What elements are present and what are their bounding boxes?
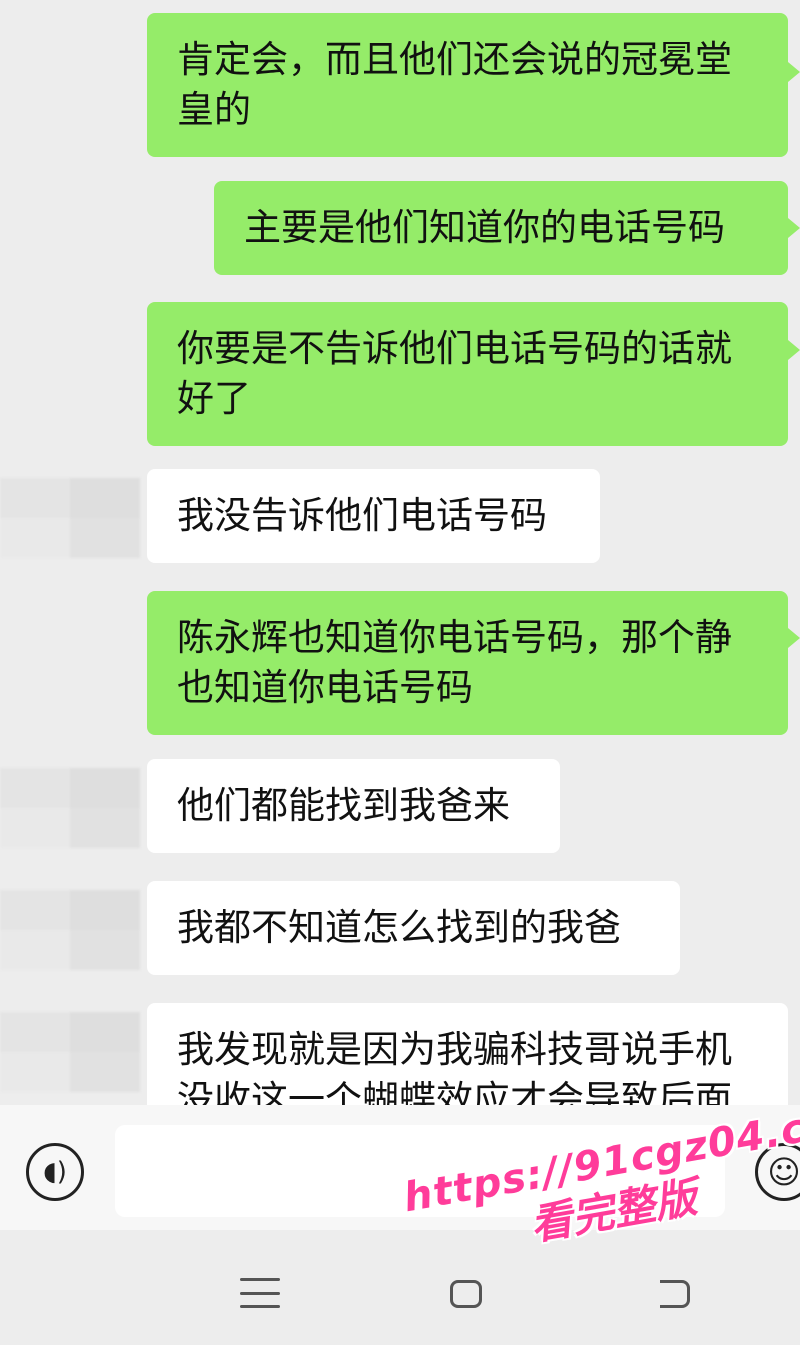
bubble-tail <box>788 628 800 648</box>
message-bubble-sent[interactable]: 陈永辉也知道你电话号码，那个静也知道你电话号码 <box>147 591 788 735</box>
message-bubble-sent[interactable]: 主要是他们知道你的电话号码 <box>214 181 788 275</box>
avatar[interactable] <box>0 890 140 970</box>
chat-area[interactable]: 肯定会，而且他们还会说的冠冕堂皇的 主要是他们知道你的电话号码 你要是不告诉他们… <box>0 0 800 1105</box>
message-bubble-sent[interactable]: 肯定会，而且他们还会说的冠冕堂皇的 <box>147 13 788 157</box>
bubble-tail <box>788 218 800 238</box>
message-bubble-sent[interactable]: 你要是不告诉他们电话号码的话就好了 <box>147 302 788 446</box>
message-bubble-received[interactable]: 我都不知道怎么找到的我爸 <box>147 881 680 975</box>
message-bubble-received[interactable]: 我发现就是因为我骗科技哥说手机没收这一个蝴蝶效应才会导致后面 <box>147 1003 788 1105</box>
avatar[interactable] <box>0 478 140 558</box>
bubble-tail <box>788 62 800 82</box>
avatar[interactable] <box>0 768 140 848</box>
voice-icon[interactable]: ◖) <box>26 1143 84 1201</box>
message-bubble-received[interactable]: 他们都能找到我爸来 <box>147 759 560 853</box>
avatar[interactable] <box>0 1012 140 1092</box>
menu-icon[interactable] <box>240 1278 280 1308</box>
bubble-tail <box>788 340 800 360</box>
message-bubble-received[interactable]: 我没告诉他们电话号码 <box>147 469 600 563</box>
